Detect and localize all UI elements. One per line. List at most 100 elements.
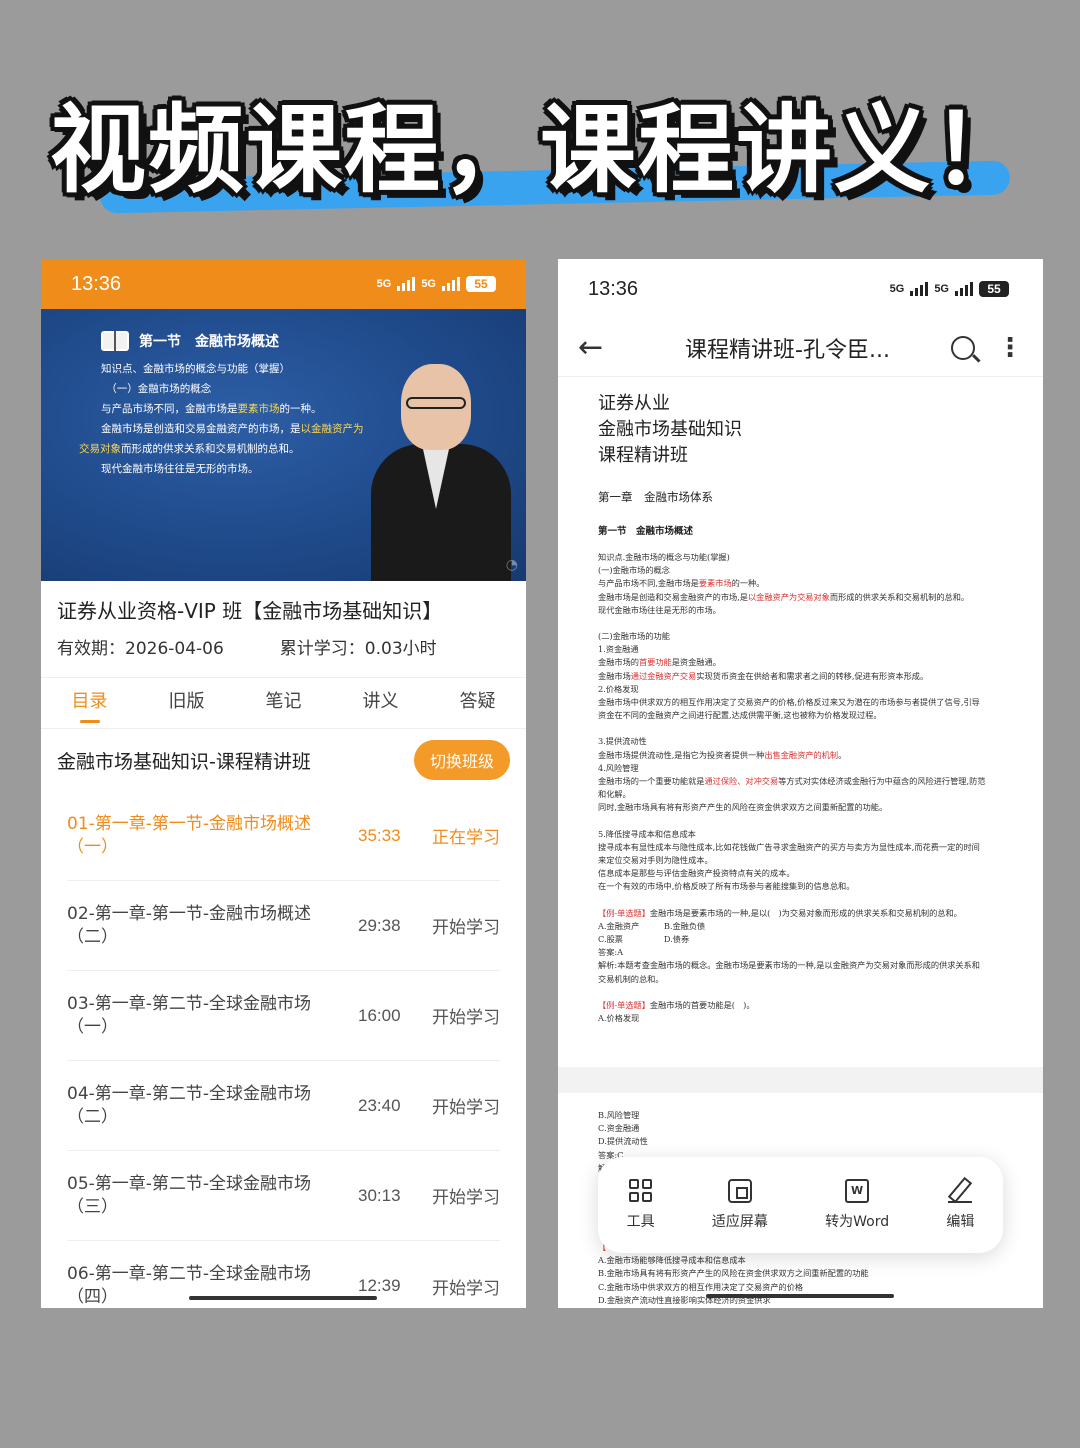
course-title: 证券从业资格-VIP 班【金融市场基础知识】 — [57, 599, 443, 623]
doc-line: 3.提供流动性 — [598, 735, 1005, 748]
video-section-title: 第一节 金融市场概述 — [139, 334, 279, 350]
tools-button[interactable]: 工具 — [627, 1179, 655, 1231]
doc-line: 来定位交易对手则为隐性成本。 — [598, 854, 1005, 867]
doc-text: 金融市场是创造和交易金融资产的市场,是 — [598, 591, 748, 602]
convert-word-button[interactable]: W 转为Word — [825, 1179, 889, 1231]
network-label: 5G — [376, 278, 392, 290]
headline-banner: 视频课程，课程讲义！ — [0, 60, 1080, 214]
lesson-action[interactable]: 正在学习 — [416, 823, 500, 848]
home-indicator[interactable] — [706, 1294, 894, 1298]
doc-line: C.股票 D.债券 — [598, 933, 1005, 946]
lesson-item[interactable]: 04-第一章-第二节-全球金融市场（二） 23:40 开始学习 — [67, 1061, 500, 1151]
lesson-action[interactable]: 开始学习 — [416, 1093, 500, 1118]
status-bar: 13:36 5G 5G 55 — [558, 259, 1043, 319]
network-label-2: 5G — [934, 283, 949, 295]
slide-text: 而形成的供求关系和交易机制的总和。 — [121, 443, 300, 455]
doc-text: 信息成本是那些与评估金融资产投资特点有关的成本。 — [598, 868, 795, 879]
lesson-item[interactable]: 05-第一章-第二节-全球金融市场（三） 30:13 开始学习 — [67, 1151, 500, 1241]
emphasis-text: 首要功能 — [638, 657, 672, 668]
emphasis-text: 通过金融资产交易 — [630, 670, 697, 681]
video-watermark-icon: ◔ — [505, 557, 518, 573]
lesson-duration: 30:13 — [358, 1185, 401, 1205]
cover-line: 证券从业 — [598, 393, 670, 414]
doc-text: 现代金融市场往往是无形的市场。 — [598, 604, 721, 615]
signal-bars-icon — [910, 282, 929, 296]
doc-cover: 证券从业 金融市场基础知识 课程精讲班 — [598, 391, 1005, 469]
tab-qa[interactable]: 答疑 — [460, 677, 496, 729]
tab-catalog[interactable]: 目录 — [72, 677, 108, 729]
tab-notes[interactable]: 笔记 — [266, 677, 302, 729]
video-player[interactable]: 第一节 金融市场概述 知识点、金融市场的概念与功能（掌握） （一）金融市场的概念… — [41, 309, 526, 581]
doc-text: 的一种。 — [731, 578, 765, 589]
edit-button[interactable]: 编辑 — [946, 1179, 974, 1231]
doc-line: 金融市场通过金融资产交易实现货币资金在供给者和需求者之间的转移,促进有形资本形成… — [598, 670, 1005, 683]
doc-text: 在一个有效的市场中,价格反映了所有市场参与者能搜集到的信息总和。 — [598, 881, 855, 892]
doc-line: (二)金融市场的功能 — [598, 630, 1005, 643]
doc-line: 交易机制的总和。 — [598, 973, 1005, 986]
doc-line: 金融市场提供流动性,是指它为投资者提供一种出售金融资产的机制。 — [598, 749, 1005, 762]
cover-line: 金融市场基础知识 — [598, 419, 742, 440]
tab-handouts[interactable]: 讲义 — [363, 677, 399, 729]
lesson-item[interactable]: 01-第一章-第一节-金融市场概述（一） 35:33 正在学习 — [67, 791, 500, 881]
doc-line: 在一个有效的市场中,价格反映了所有市场参与者能搜集到的信息总和。 — [598, 880, 1005, 893]
doc-line: C.金融市场中供求双方的相互作用决定了交易资产的价格 — [598, 1281, 804, 1292]
doc-text: 来定位交易对手则为隐性成本。 — [598, 855, 713, 866]
lesson-action[interactable]: 开始学习 — [416, 1003, 500, 1028]
lesson-duration: 23:40 — [358, 1095, 401, 1115]
slide-text: 知识点、金融市场的概念与功能（掌握） — [101, 363, 290, 375]
emphasis-text: 【例-单选题】 — [598, 999, 650, 1010]
emphasis-text: 要素市场 — [698, 578, 732, 589]
doc-text: 交易机制的总和。 — [598, 973, 664, 984]
doc-line: 金融市场中供求双方的相互作用决定了交易资产的价格,价格反过来又为潜在的市场参与者… — [598, 696, 1005, 709]
battery-icon: 55 — [466, 276, 496, 292]
page-separator — [558, 1067, 1043, 1093]
highlight-text: 交易对象 — [79, 443, 121, 455]
doc-line: B.金融市场具有将有形资产产生的风险在资金供求双方之间重新配置的功能 — [598, 1268, 869, 1279]
convert-word-label: 转为Word — [825, 1214, 890, 1230]
battery-icon: 55 — [979, 281, 1009, 297]
slide-text: 与产品市场不同，金融市场是 — [101, 403, 238, 415]
tab-old-version[interactable]: 旧版 — [169, 677, 205, 729]
left-phone-screenshot: 13:36 5G 5G 55 第一节 金融市场概述 知识点、金融市场的概念与功能… — [41, 259, 526, 1308]
emphasis-text: 【例-单选题】 — [598, 907, 650, 918]
doc-text: 搜寻成本有显性成本与隐性成本,比如花钱做广告寻求金融资产的买方与卖方为显性成本,… — [598, 841, 980, 852]
network-label-2: 5G — [421, 278, 436, 290]
doc-line: B.风险管理 — [598, 1110, 640, 1120]
doc-line: 5.降低搜寻成本和信息成本 — [598, 828, 1005, 841]
doc-text: 5.降低搜寻成本和信息成本 — [598, 828, 696, 839]
lesson-action[interactable]: 开始学习 — [416, 913, 500, 938]
cover-line: 课程精讲班 — [598, 445, 688, 466]
doc-line: 金融市场的首要功能是资金融通。 — [598, 656, 1005, 669]
lesson-item[interactable]: 02-第一章-第一节-金融市场概述（二） 29:38 开始学习 — [67, 881, 500, 971]
course-header: 证券从业资格-VIP 班【金融市场基础知识】 有效期：2026-04-06 累计… — [41, 581, 526, 659]
doc-line: 信息成本是那些与评估金融资产投资特点有关的成本。 — [598, 867, 1005, 880]
home-indicator[interactable] — [189, 1296, 377, 1300]
doc-body: 知识点.金融市场的概念与功能(掌握) (一)金融市场的概念 与产品市场不同,金融市场… — [598, 551, 1005, 1025]
more-vertical-icon[interactable]: ⋮ — [997, 335, 1023, 361]
doc-line: 现代金融市场往往是无形的市场。 — [598, 604, 1005, 617]
doc-text: 4.风险管理 — [598, 762, 639, 773]
network-label: 5G — [889, 283, 905, 295]
doc-line: 【例-单选题】金融市场是要素市场的一种,是以( )为交易对象而形成的供求关系和交… — [598, 907, 1005, 920]
lesson-name: 06-第一章-第二节-全球金融市场（四） — [67, 1264, 312, 1307]
document-page: 证券从业 金融市场基础知识 课程精讲班 第一章 金融市场体系 第一节 金融市场概… — [558, 377, 1043, 1067]
doc-chapter-heading: 第一章 金融市场体系 — [598, 490, 713, 504]
doc-text: C.股票 D.债券 — [598, 934, 690, 945]
lesson-action[interactable]: 开始学习 — [416, 1183, 500, 1208]
floating-action-bar: 工具 适应屏幕 W 转为Word 编辑 — [598, 1157, 1003, 1253]
fit-screen-button[interactable]: 适应屏幕 — [712, 1179, 768, 1231]
back-arrow-icon[interactable]: ← — [578, 330, 638, 365]
doc-text: 与产品市场不同,金融市场是 — [598, 578, 699, 589]
status-time: 13:36 — [71, 272, 122, 295]
search-icon[interactable] — [951, 335, 975, 360]
lesson-item[interactable]: 03-第一章-第二节-全球金融市场（一） 16:00 开始学习 — [67, 971, 500, 1061]
lesson-action[interactable]: 开始学习 — [416, 1274, 500, 1299]
doc-line: 知识点.金融市场的概念与功能(掌握) — [598, 551, 1005, 564]
doc-line: 解析:本题考查金融市场的概念。金融市场是要素市场的一种,是以金融资产为交易对象而… — [598, 959, 1005, 972]
video-slide-line: 现代金融市场往往是无形的市场。 — [101, 459, 399, 479]
switch-class-button[interactable]: 切换班级 — [413, 740, 510, 780]
